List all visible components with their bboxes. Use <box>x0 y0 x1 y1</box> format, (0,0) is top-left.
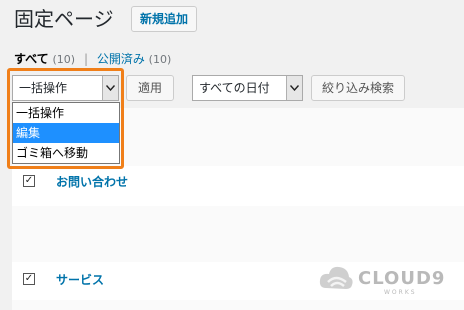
watermark-sub-text: WORKS <box>384 289 417 296</box>
watermark-brand-text: CLOUD9 <box>358 268 446 289</box>
row-checkbox[interactable]: ✓ <box>23 175 35 187</box>
row-checkbox[interactable]: ✓ <box>23 273 35 285</box>
filter-all-count: (10) <box>52 53 76 66</box>
date-filter-selected-value: すべての日付 <box>199 81 270 95</box>
filter-all-link[interactable]: すべて <box>14 52 49 66</box>
date-filter-select[interactable]: すべての日付 <box>192 75 303 101</box>
row-title-link[interactable]: お問い合わせ <box>56 173 128 190</box>
filter-published-count: (10) <box>148 53 172 66</box>
chevron-down-icon[interactable] <box>286 76 302 100</box>
add-new-button[interactable]: 新規追加 <box>131 6 198 32</box>
cloud-logo-icon <box>319 266 353 289</box>
status-filter-links: すべて (10) | 公開済み (10) <box>14 51 171 68</box>
filter-published-link[interactable]: 公開済み <box>97 52 145 66</box>
apply-button[interactable]: 適用 <box>126 75 174 101</box>
filter-separator: | <box>83 52 88 66</box>
page-title: 固定ページ <box>14 7 114 31</box>
row-title-link[interactable]: サービス <box>56 271 104 288</box>
annotation-highlight-box <box>7 68 124 169</box>
brand-watermark: CLOUD9 WORKS <box>318 262 458 302</box>
filter-button[interactable]: 絞り込み検索 <box>311 75 405 101</box>
table-row: ✓ お問い合わせ <box>12 166 464 206</box>
